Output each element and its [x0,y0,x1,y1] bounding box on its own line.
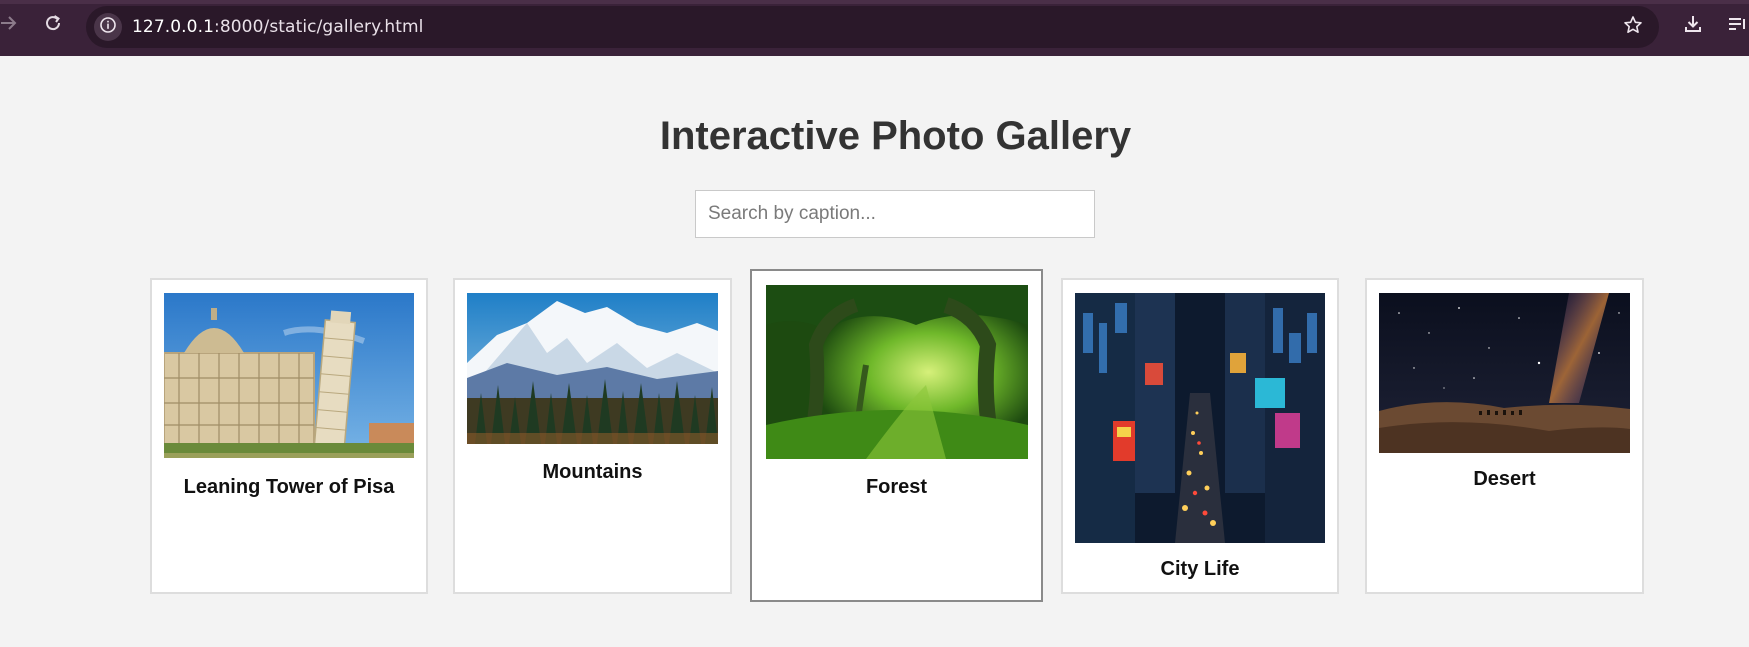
url-path: :8000/static/gallery.html [214,17,424,37]
url-text[interactable]: 127.0.0.1:8000/static/gallery.html [132,17,424,37]
gallery-card-pisa[interactable]: Leaning Tower of Pisa [150,278,428,594]
arrow-right-icon [0,12,20,39]
desert-photo[interactable] [1379,293,1630,453]
reload-icon [42,12,64,39]
tab-strip [0,0,1749,4]
mountains-photo[interactable] [467,293,718,444]
photo-caption: Mountains [542,461,643,483]
site-info-button[interactable] [94,13,122,41]
star-icon [1623,15,1643,40]
pisa-photo[interactable] [164,293,414,458]
gallery-card-city[interactable]: City Life [1061,278,1339,594]
photo-caption: Leaning Tower of Pisa [183,476,395,498]
list-icon [1726,13,1748,40]
photo-caption: City Life [1160,558,1240,580]
city-photo[interactable] [1075,293,1325,543]
search-input[interactable] [695,190,1095,238]
gallery-card-mountains[interactable]: Mountains [453,278,732,594]
page-title: Interactive Photo Gallery [659,114,1132,158]
gallery-card-desert[interactable]: Desert [1365,278,1644,594]
address-bar[interactable]: 127.0.0.1:8000/static/gallery.html [86,6,1659,48]
forward-button[interactable] [0,12,22,38]
reload-button[interactable] [40,12,66,38]
download-icon [1682,13,1704,40]
browser-toolbar: 127.0.0.1:8000/static/gallery.html [0,0,1749,56]
info-icon [99,16,117,39]
downloads-button[interactable] [1680,13,1706,39]
bookmark-button[interactable] [1623,15,1643,40]
forest-photo[interactable] [766,285,1028,459]
reading-list-button[interactable] [1724,13,1749,39]
photo-caption: Desert [1473,468,1536,490]
photo-caption: Forest [865,476,928,498]
gallery-card-forest[interactable]: Forest [750,269,1043,602]
url-host: 127.0.0.1 [132,17,215,37]
